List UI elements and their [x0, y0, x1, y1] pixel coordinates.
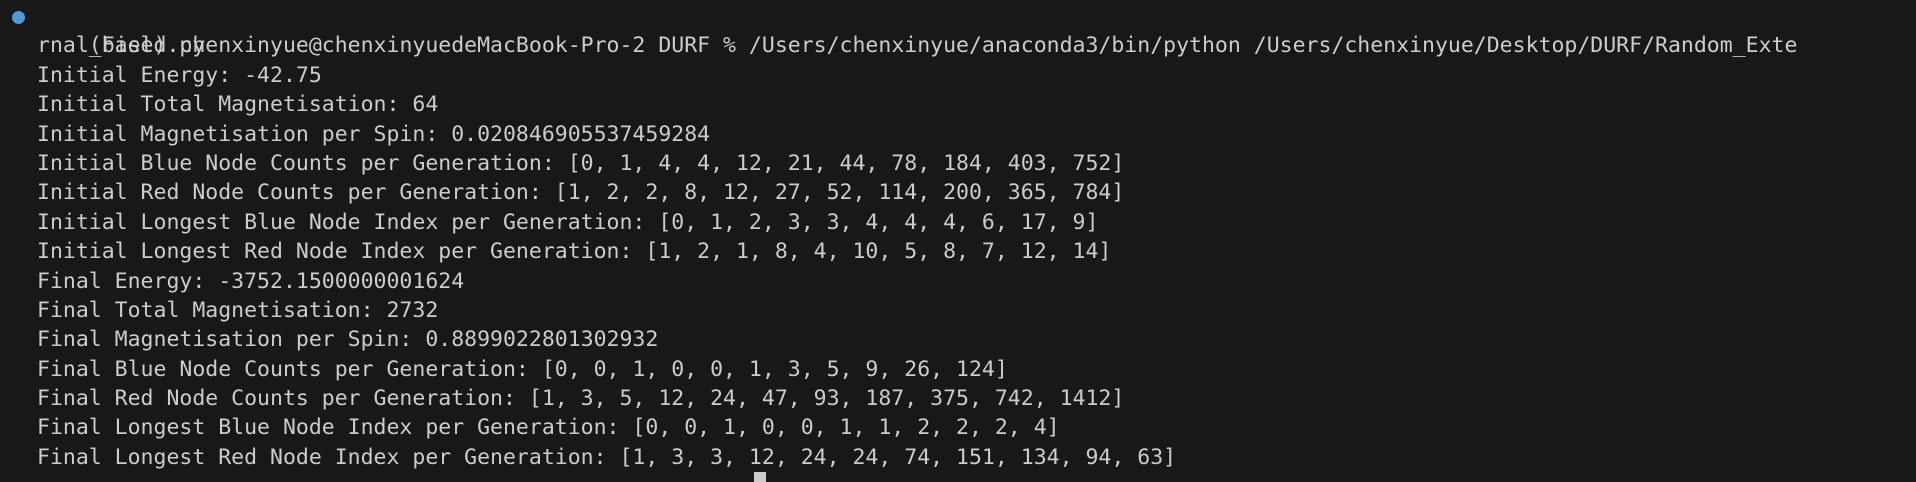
- output-line: Final Longest Red Node Index per Generat…: [37, 444, 1177, 470]
- output-line: Initial Magnetisation per Spin: 0.020846…: [37, 121, 711, 147]
- output-line: Initial Longest Blue Node Index per Gene…: [37, 209, 1099, 235]
- output-line: Final Blue Node Counts per Generation: […: [37, 356, 1008, 382]
- output-line: Final Total Magnetisation: 2732: [37, 297, 439, 323]
- terminal-panel[interactable]: (base) chenxinyue@chenxinyuedeMacBook-Pr…: [0, 0, 1916, 482]
- output-line: Initial Red Node Counts per Generation: …: [37, 180, 1125, 206]
- output-line: Initial Blue Node Counts per Generation:…: [37, 150, 1125, 176]
- output-line: Initial Longest Red Node Index per Gener…: [37, 239, 1112, 265]
- text-cursor[interactable]: [754, 472, 766, 482]
- command-line: (base) chenxinyue@chenxinyuedeMacBook-Pr…: [0, 2, 1916, 58]
- output-line: Final Energy: -3752.1500000001624: [37, 268, 465, 294]
- output-line: Final Magnetisation per Spin: 0.88990228…: [37, 327, 659, 353]
- output-line: Final Longest Blue Node Index per Genera…: [37, 415, 1060, 441]
- output-line: Initial Energy: -42.75: [37, 62, 322, 88]
- output-line: Final Red Node Counts per Generation: [1…: [37, 386, 1125, 412]
- command-line-wrap: rnal_Field.py: [37, 33, 206, 59]
- command-status-dot-icon[interactable]: [12, 11, 25, 24]
- next-prompt-line: [0, 472, 1916, 482]
- output-line: Initial Total Magnetisation: 64: [37, 92, 439, 118]
